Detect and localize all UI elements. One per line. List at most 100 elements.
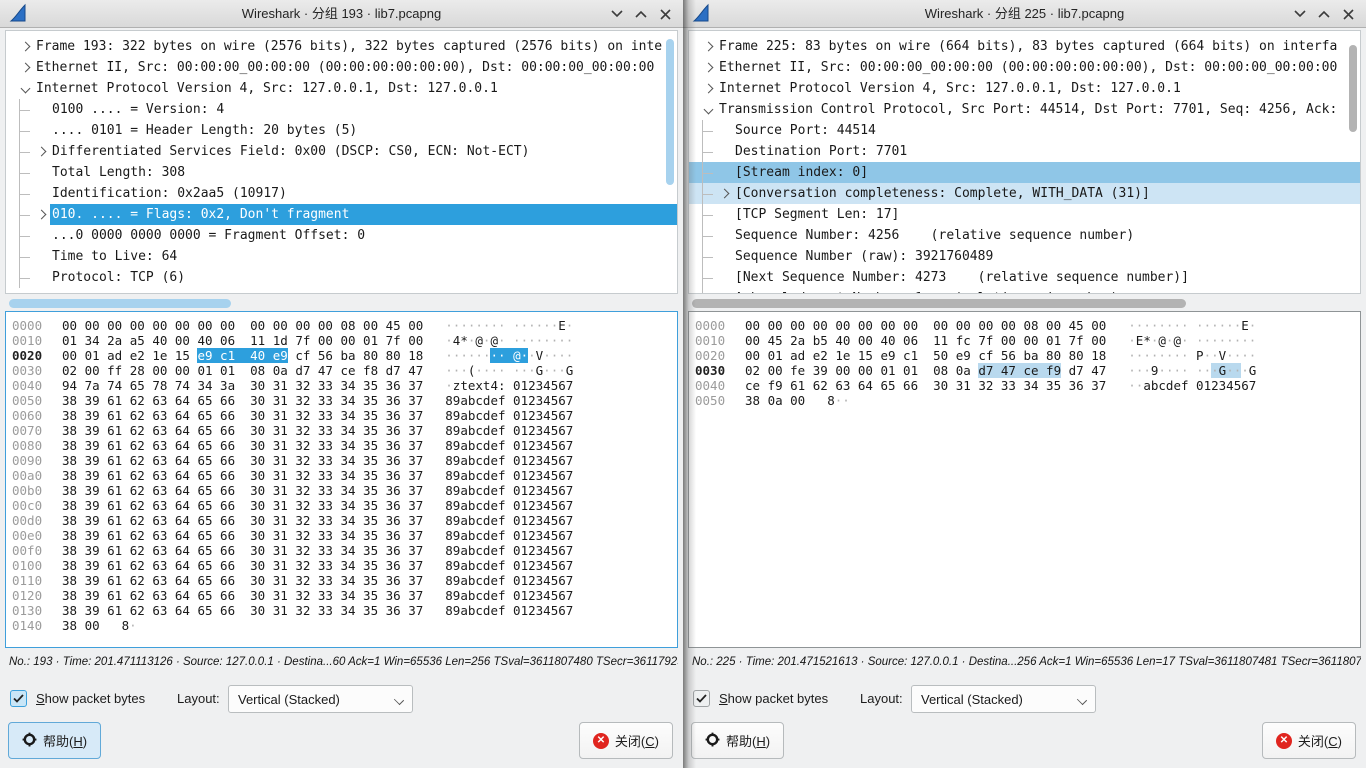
tree-row[interactable]: Sequence Number (raw): 3921760489 (689, 246, 1360, 267)
hex-row[interactable]: 013038 39 61 62 63 64 65 66 30 31 32 33 … (12, 603, 677, 618)
show-packet-bytes-label[interactable]: Show packet bytes (719, 685, 828, 713)
expanded-arrow-icon[interactable] (20, 84, 30, 94)
hex-row[interactable]: 004094 7a 74 65 78 74 34 3a 30 31 32 33 … (12, 378, 677, 393)
tree-row[interactable]: .... 0101 = Header Length: 20 bytes (5) (6, 120, 677, 141)
maximize-window-icon[interactable] (1312, 3, 1336, 25)
tree-row[interactable]: Internet Protocol Version 4, Src: 127.0.… (6, 78, 677, 99)
hex-row[interactable]: 00e038 39 61 62 63 64 65 66 30 31 32 33 … (12, 528, 677, 543)
shade-window-icon[interactable] (1288, 3, 1312, 25)
tree-horizontal-scrollbar[interactable] (688, 297, 1361, 310)
tree-row[interactable]: Ethernet II, Src: 00:00:00_00:00:00 (00:… (689, 57, 1360, 78)
packet-bytes-pane[interactable]: 000000 00 00 00 00 00 00 00 00 00 00 00 … (5, 311, 678, 648)
tree-row[interactable]: 010. .... = Flags: 0x2, Don't fragment (6, 204, 677, 225)
tree-row[interactable]: Transmission Control Protocol, Src Port:… (689, 99, 1360, 120)
hex-row[interactable]: 001000 45 2a b5 40 00 40 06 11 fc 7f 00 … (695, 333, 1360, 348)
tree-row[interactable]: Sequence Number: 4256 (relative sequence… (689, 225, 1360, 246)
hex-row[interactable]: 002000 01 ad e2 1e 15 e9 c1 50 e9 cf 56 … (695, 348, 1360, 363)
tree-row[interactable]: [Next Sequence Number: 4273 (relative se… (689, 267, 1360, 288)
shade-window-icon[interactable] (605, 3, 629, 25)
hex-offset: 00a0 (12, 468, 48, 483)
hex-row[interactable]: 008038 39 61 62 63 64 65 66 30 31 32 33 … (12, 438, 677, 453)
tree-row[interactable]: ...0 0000 0000 0000 = Fragment Offset: 0 (6, 225, 677, 246)
close-button[interactable]: ✕ 关闭(C) (579, 722, 673, 759)
tree-row[interactable]: Time to Live: 64 (6, 246, 677, 267)
show-packet-bytes-checkbox[interactable] (10, 690, 27, 707)
tree-row[interactable]: Identification: 0x2aa5 (10917) (6, 183, 677, 204)
tree-row[interactable]: Internet Protocol Version 4, Src: 127.0.… (689, 78, 1360, 99)
hex-row[interactable]: 007038 39 61 62 63 64 65 66 30 31 32 33 … (12, 423, 677, 438)
hex-row[interactable]: 005038 0a 008·· (695, 393, 1360, 408)
hex-row[interactable]: 014038 008· (12, 618, 677, 633)
close-window-icon[interactable] (1336, 3, 1360, 25)
tree-row-text: [Conversation completeness: Complete, WI… (733, 183, 1152, 204)
tree-row-text: Ethernet II, Src: 00:00:00_00:00:00 (00:… (717, 57, 1339, 78)
help-button[interactable]: 帮助(H) (691, 722, 784, 759)
packet-bytes-pane[interactable]: 000000 00 00 00 00 00 00 00 00 00 00 00 … (688, 311, 1361, 648)
collapsed-arrow-icon[interactable] (36, 210, 46, 220)
tree-row[interactable]: [TCP Segment Len: 17] (689, 204, 1360, 225)
hex-row[interactable]: 011038 39 61 62 63 64 65 66 30 31 32 33 … (12, 573, 677, 588)
tree-row[interactable]: Ethernet II, Src: 00:00:00_00:00:00 (00:… (6, 57, 677, 78)
tree-row[interactable]: Destination Port: 7701 (689, 141, 1360, 162)
tree-vertical-scrollbar[interactable] (666, 39, 674, 185)
close-window-icon[interactable] (653, 3, 677, 25)
packet-detail-tree[interactable]: Frame 193: 322 bytes on wire (2576 bits)… (5, 30, 678, 294)
hex-row[interactable]: 009038 39 61 62 63 64 65 66 30 31 32 33 … (12, 453, 677, 468)
collapsed-arrow-icon[interactable] (719, 189, 729, 199)
collapsed-arrow-icon[interactable] (703, 63, 713, 73)
collapsed-arrow-icon[interactable] (20, 63, 30, 73)
collapsed-arrow-icon[interactable] (703, 42, 713, 52)
tree-horizontal-scrollbar[interactable] (5, 297, 678, 310)
show-packet-bytes-checkbox[interactable] (693, 690, 710, 707)
hex-offset: 0090 (12, 453, 48, 468)
window-titlebar[interactable]: Wireshark · 分组 193 · lib7.pcapng (0, 0, 683, 28)
hex-row[interactable]: 001001 34 2a a5 40 00 40 06 11 1d 7f 00 … (12, 333, 677, 348)
hex-row[interactable]: 002000 01 ad e2 1e 15 e9 c1 40 e9 cf 56 … (12, 348, 677, 363)
hex-row[interactable]: 00c038 39 61 62 63 64 65 66 30 31 32 33 … (12, 498, 677, 513)
tree-row[interactable]: [Conversation completeness: Complete, WI… (689, 183, 1360, 204)
hex-row[interactable]: 00d038 39 61 62 63 64 65 66 30 31 32 33 … (12, 513, 677, 528)
hex-row[interactable]: 003002 00 ff 28 00 00 01 01 08 0a d7 47 … (12, 363, 677, 378)
tree-row[interactable]: [Stream index: 0] (689, 162, 1360, 183)
tree-row[interactable]: Protocol: TCP (6) (6, 267, 677, 288)
maximize-window-icon[interactable] (629, 3, 653, 25)
hex-offset: 0010 (12, 333, 48, 348)
hex-row[interactable]: 000000 00 00 00 00 00 00 00 00 00 00 00 … (695, 318, 1360, 333)
collapsed-arrow-icon[interactable] (20, 42, 30, 52)
layout-select[interactable]: Vertical (Stacked) (911, 685, 1096, 713)
hex-row[interactable]: 010038 39 61 62 63 64 65 66 30 31 32 33 … (12, 558, 677, 573)
tree-vertical-scrollbar[interactable] (1349, 45, 1357, 132)
hex-row[interactable]: 00a038 39 61 62 63 64 65 66 30 31 32 33 … (12, 468, 677, 483)
hex-row[interactable]: 006038 39 61 62 63 64 65 66 30 31 32 33 … (12, 408, 677, 423)
window-titlebar[interactable]: Wireshark · 分组 225 · lib7.pcapng (683, 0, 1366, 28)
expanded-arrow-icon[interactable] (703, 105, 713, 115)
hex-row[interactable]: 003002 00 fe 39 00 00 01 01 08 0a d7 47 … (695, 363, 1360, 378)
hex-row[interactable]: 00f038 39 61 62 63 64 65 66 30 31 32 33 … (12, 543, 677, 558)
tree-row-text: Ethernet II, Src: 00:00:00_00:00:00 (00:… (34, 57, 656, 78)
hex-row[interactable]: 012038 39 61 62 63 64 65 66 30 31 32 33 … (12, 588, 677, 603)
tree-row[interactable]: 0100 .... = Version: 4 (6, 99, 677, 120)
help-button[interactable]: 帮助(H) (8, 722, 101, 759)
hex-offset: 0040 (695, 378, 731, 393)
collapsed-arrow-icon[interactable] (36, 147, 46, 157)
layout-select[interactable]: Vertical (Stacked) (228, 685, 413, 713)
tree-row[interactable]: Source Port: 44514 (689, 120, 1360, 141)
layout-label: Layout: (177, 685, 220, 713)
close-button[interactable]: ✕ 关闭(C) (1262, 722, 1356, 759)
close-circle-icon: ✕ (1276, 733, 1292, 749)
tree-row[interactable]: Acknowledgment Number: 1 (relative ack n… (689, 288, 1360, 294)
hex-row[interactable]: 0040ce f9 61 62 63 64 65 66 30 31 32 33 … (695, 378, 1360, 393)
tree-row-text: Sequence Number (raw): 3921760489 (733, 246, 995, 267)
chevron-down-icon (1077, 695, 1087, 705)
hex-row[interactable]: 000000 00 00 00 00 00 00 00 00 00 00 00 … (12, 318, 677, 333)
hex-row[interactable]: 00b038 39 61 62 63 64 65 66 30 31 32 33 … (12, 483, 677, 498)
hex-offset: 0040 (12, 378, 48, 393)
tree-row[interactable]: Differentiated Services Field: 0x00 (DSC… (6, 141, 677, 162)
tree-row[interactable]: Frame 225: 83 bytes on wire (664 bits), … (689, 36, 1360, 57)
show-packet-bytes-label[interactable]: Show packet bytes (36, 685, 145, 713)
tree-row[interactable]: Total Length: 308 (6, 162, 677, 183)
hex-row[interactable]: 005038 39 61 62 63 64 65 66 30 31 32 33 … (12, 393, 677, 408)
packet-detail-tree[interactable]: Frame 225: 83 bytes on wire (664 bits), … (688, 30, 1361, 294)
collapsed-arrow-icon[interactable] (703, 84, 713, 94)
tree-row[interactable]: Frame 193: 322 bytes on wire (2576 bits)… (6, 36, 677, 57)
